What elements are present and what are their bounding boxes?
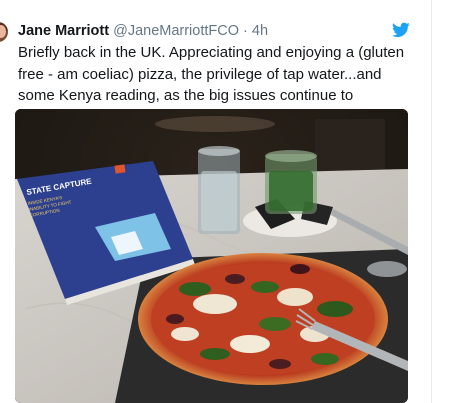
author-name[interactable]: Jane Marriott [18,23,109,39]
pizza [138,253,388,385]
water-glass [198,146,240,234]
tweet-card[interactable]: Jane Marriott @JaneMarriottFCO · 4h Brie… [0,0,432,403]
separator-dot: · [243,23,248,39]
author-avatar[interactable] [0,22,8,42]
twitter-bird-icon[interactable] [392,22,410,38]
author-handle[interactable]: @JaneMarriottFCO [113,23,239,39]
tweet-header: Jane Marriott @JaneMarriottFCO · 4h [18,22,268,40]
photo-scene: STATE CAPTURE INSIDE KENYA'S INABILITY T… [15,109,408,403]
tweet-timestamp[interactable]: 4h [252,23,268,39]
tweet-photo[interactable]: STATE CAPTURE INSIDE KENYA'S INABILITY T… [15,109,408,403]
